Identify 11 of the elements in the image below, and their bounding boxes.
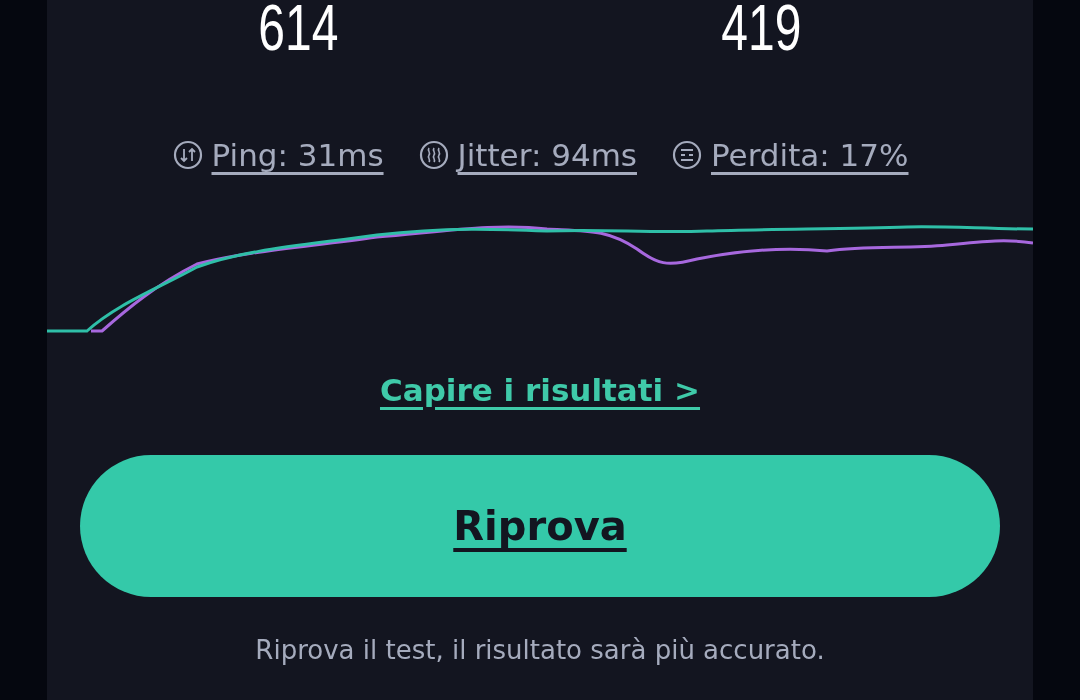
waves-circle-icon: [417, 139, 450, 172]
lines-circle-icon: [671, 139, 703, 172]
arrows-circle-icon: [171, 139, 204, 172]
stat-link[interactable]: Perdita: 17%: [711, 132, 909, 179]
caption-text: Riprova il test, il risultato sarà più accurato.: [255, 634, 825, 667]
speed-value: 614: [258, 0, 339, 60]
retry-button[interactable]: Riprova: [80, 455, 1000, 597]
stat-link[interactable]: Ping: 31ms: [211, 132, 384, 179]
speed-value: 419: [721, 0, 802, 60]
results-link[interactable]: Capire i risultati >: [380, 366, 700, 413]
stat-link[interactable]: Jitter: 94ms: [457, 132, 637, 179]
